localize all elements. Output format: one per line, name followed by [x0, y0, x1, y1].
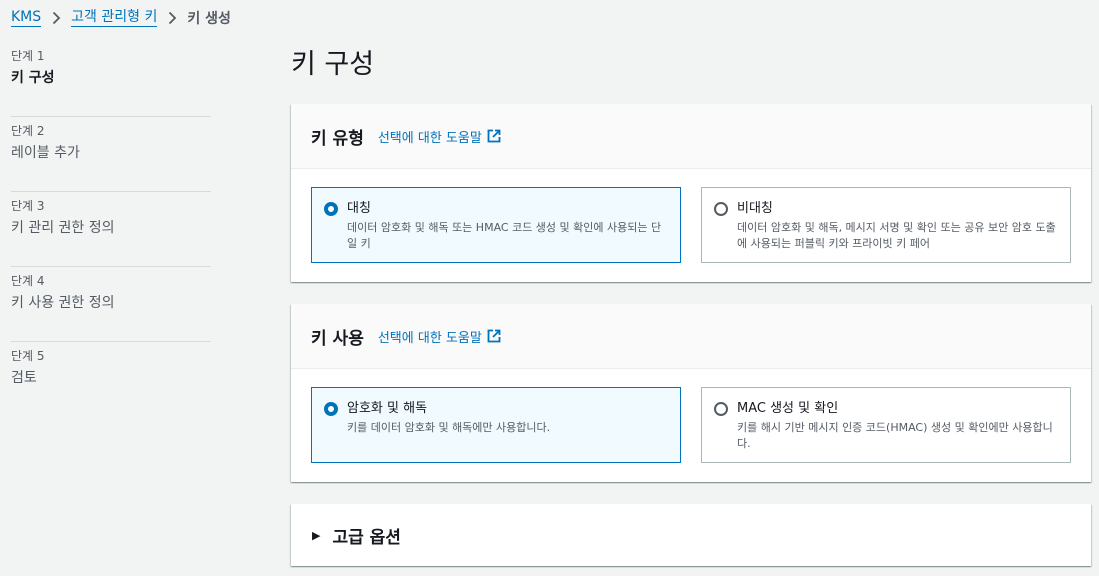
option-title: 대칭	[347, 201, 371, 216]
help-link-label: 선택에 대한 도움말	[377, 330, 482, 346]
step-number: 단계 3	[11, 199, 45, 213]
step-number: 단계 2	[11, 124, 45, 138]
radio-selected-icon[interactable]	[324, 202, 338, 216]
panel-title: 키 유형	[311, 128, 364, 149]
symmetric-option-tile[interactable]: 대칭 데이터 암호화 및 해독 또는 HMAC 코드 생성 및 확인에 사용되는…	[311, 187, 681, 263]
panel-header: 키 유형 선택에 대한 도움말	[291, 104, 1091, 169]
key-usage-panel: 키 사용 선택에 대한 도움말 암호화 및 해독 키를 데이터 암호화 및 해독…	[291, 304, 1091, 482]
option-title: MAC 생성 및 확인	[737, 401, 839, 416]
step-number: 단계 5	[11, 349, 45, 363]
step-name: 키 구성	[11, 70, 55, 86]
breadcrumb-current: 키 생성	[187, 11, 231, 27]
option-title: 암호화 및 해독	[347, 401, 428, 416]
option-description: 키를 데이터 암호화 및 해독에만 사용합니다.	[347, 421, 551, 434]
wizard-step-5: 단계 5 검토	[11, 342, 211, 417]
step-number: 단계 4	[11, 274, 45, 288]
advanced-options-expander[interactable]: ▶ 고급 옵션	[291, 504, 1091, 566]
step-name: 레이블 추가	[11, 145, 80, 161]
step-name: 키 관리 권한 정의	[11, 220, 115, 236]
wizard-step-2: 단계 2 레이블 추가	[11, 117, 211, 192]
chevron-right-icon	[41, 11, 71, 25]
radio-selected-icon[interactable]	[324, 402, 338, 416]
step-number: 단계 1	[11, 49, 45, 63]
breadcrumb-customer-keys-link[interactable]: 고객 관리형 키	[71, 9, 158, 27]
option-title: 비대칭	[737, 201, 773, 216]
step-name: 키 사용 권한 정의	[11, 295, 115, 311]
page-title: 키 구성	[291, 49, 375, 80]
panel-title: 키 사용	[311, 328, 364, 349]
chevron-right-icon	[157, 11, 187, 25]
key-type-options: 대칭 데이터 암호화 및 해독 또는 HMAC 코드 생성 및 확인에 사용되는…	[291, 169, 1091, 263]
wizard-step-4: 단계 4 키 사용 권한 정의	[11, 267, 211, 342]
encrypt-decrypt-option-tile[interactable]: 암호화 및 해독 키를 데이터 암호화 및 해독에만 사용합니다.	[311, 387, 681, 463]
key-usage-options: 암호화 및 해독 키를 데이터 암호화 및 해독에만 사용합니다. MAC 생성…	[291, 369, 1091, 463]
advanced-options-label: 고급 옵션	[332, 527, 401, 548]
radio-unselected-icon[interactable]	[714, 402, 728, 416]
breadcrumb-kms-link[interactable]: KMS	[11, 9, 42, 27]
breadcrumb: KMS 고객 관리형 키 키 생성	[11, 7, 231, 29]
mac-option-tile[interactable]: MAC 생성 및 확인 키를 해시 기반 메시지 인증 코드(HMAC) 생성 …	[701, 387, 1071, 463]
wizard-step-3: 단계 3 키 관리 권한 정의	[11, 192, 211, 267]
key-type-panel: 키 유형 선택에 대한 도움말 대칭 데이터 암호화 및 해독 또는 HMAC …	[291, 104, 1091, 282]
help-link-label: 선택에 대한 도움말	[377, 130, 482, 146]
radio-unselected-icon[interactable]	[714, 202, 728, 216]
asymmetric-option-tile[interactable]: 비대칭 데이터 암호화 및 해독, 메시지 서명 및 확인 또는 공유 보안 암…	[701, 187, 1071, 263]
option-description: 데이터 암호화 및 해독, 메시지 서명 및 확인 또는 공유 보안 암호 도출…	[737, 221, 1056, 250]
caret-right-icon: ▶	[312, 528, 321, 542]
wizard-step-1: 단계 1 키 구성	[11, 42, 211, 117]
step-name: 검토	[11, 370, 37, 386]
wizard-steps-nav: 단계 1 키 구성 단계 2 레이블 추가 단계 3 키 관리 권한 정의 단계…	[11, 42, 211, 417]
option-description: 키를 해시 기반 메시지 인증 코드(HMAC) 생성 및 확인에만 사용합니다…	[737, 421, 1053, 450]
external-link-icon	[487, 129, 501, 143]
key-type-help-link[interactable]: 선택에 대한 도움말	[378, 127, 501, 146]
key-usage-help-link[interactable]: 선택에 대한 도움말	[378, 327, 501, 346]
external-link-icon	[487, 329, 501, 343]
option-description: 데이터 암호화 및 해독 또는 HMAC 코드 생성 및 확인에 사용되는 단일…	[347, 221, 662, 250]
panel-header: 키 사용 선택에 대한 도움말	[291, 304, 1091, 369]
